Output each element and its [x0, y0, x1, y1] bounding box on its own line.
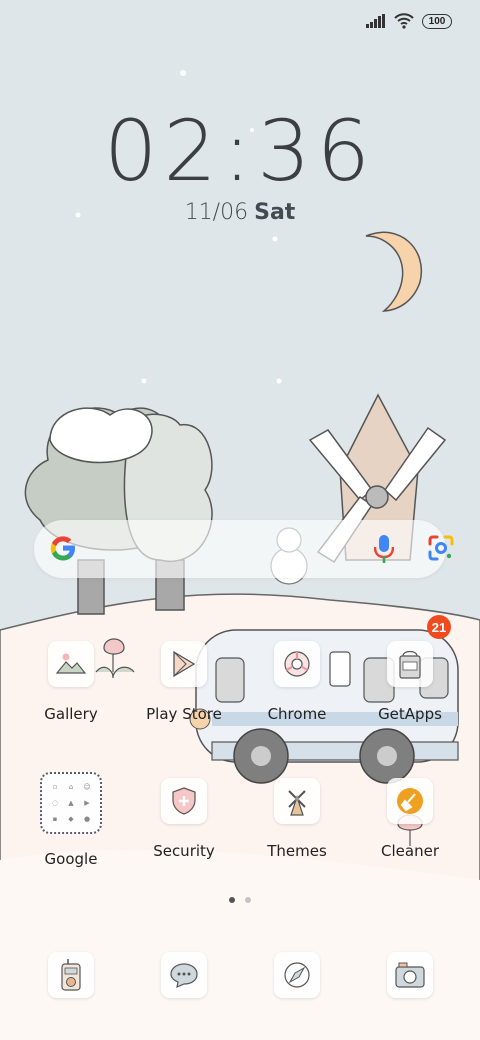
gallery-icon [48, 641, 94, 687]
app-label: Chrome [267, 705, 327, 723]
clock-date[interactable]: 11/06 Sat [0, 200, 480, 225]
app-gallery[interactable]: Gallery [16, 641, 126, 723]
app-label: Security [153, 842, 215, 860]
app-getapps[interactable]: 21 GetApps [355, 615, 465, 723]
wifi-icon [394, 13, 414, 29]
themes-windmill-icon [274, 778, 320, 824]
dock-messages[interactable] [129, 952, 239, 998]
messages-icon [161, 952, 207, 998]
notification-badge: 21 [427, 615, 451, 639]
browser-compass-icon [274, 952, 320, 998]
app-label: Themes [267, 842, 327, 860]
app-label: Google [44, 850, 98, 868]
weekday-text: Sat [254, 200, 296, 225]
page-dot-active[interactable] [229, 897, 235, 903]
security-shield-icon [161, 778, 207, 824]
google-g-icon[interactable] [48, 533, 78, 563]
app-label: Play Store [146, 705, 222, 723]
date-text: 11/06 [184, 200, 249, 225]
getapps-icon [387, 641, 433, 687]
app-label: Cleaner [381, 842, 439, 860]
dock-camera[interactable] [355, 952, 465, 998]
battery-indicator: 100 [422, 13, 452, 29]
signal-icon [366, 14, 385, 28]
app-chrome[interactable]: Chrome [242, 641, 352, 723]
page-dot[interactable] [245, 897, 251, 903]
dock-phone[interactable] [16, 952, 126, 998]
dock-browser[interactable] [242, 952, 352, 998]
mic-icon[interactable] [374, 534, 394, 564]
phone-icon [48, 952, 94, 998]
app-label: GetApps [378, 705, 442, 723]
camera-icon [387, 952, 433, 998]
clock-time[interactable]: 02:36 [0, 102, 480, 200]
page-indicator[interactable] [0, 897, 480, 903]
app-cleaner[interactable]: Cleaner [355, 778, 465, 860]
status-bar: 100 [366, 10, 452, 32]
lens-icon[interactable] [428, 535, 454, 561]
google-search-widget[interactable] [34, 520, 454, 578]
folder-google[interactable]: ▫ ⌂ ☺ ◌ ▲ ▶ ▪ ◆ ● Google [16, 772, 126, 868]
chrome-icon [274, 641, 320, 687]
battery-level: 100 [428, 15, 446, 27]
folder-icon: ▫ ⌂ ☺ ◌ ▲ ▶ ▪ ◆ ● [40, 772, 102, 834]
app-play-store[interactable]: Play Store [129, 641, 239, 723]
app-security[interactable]: Security [129, 778, 239, 860]
cleaner-brush-icon [387, 778, 433, 824]
app-label: Gallery [44, 705, 98, 723]
app-themes[interactable]: Themes [242, 778, 352, 860]
play-store-icon [161, 641, 207, 687]
